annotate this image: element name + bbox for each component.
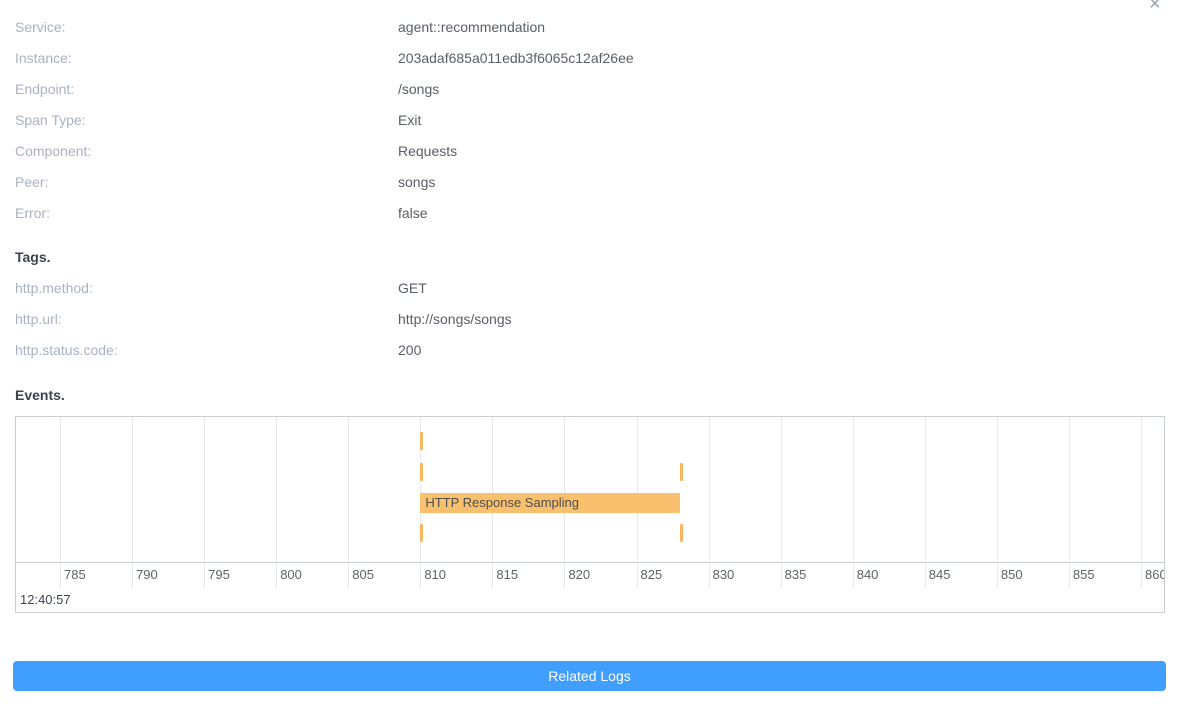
axis-tick-label: 835 <box>785 567 807 582</box>
events-section-title: Events. <box>15 380 1165 411</box>
related-logs-button[interactable]: Related Logs <box>13 661 1166 691</box>
field-value: songs <box>398 167 435 198</box>
gridline <box>1141 417 1142 588</box>
field-row-span-type: Span Type: Exit <box>15 105 1165 136</box>
field-row-peer: Peer: songs <box>15 167 1165 198</box>
tag-row-http-method: http.method: GET <box>15 273 1165 304</box>
axis-tick-label: 815 <box>496 567 518 582</box>
field-row-component: Component: Requests <box>15 136 1165 167</box>
field-value: 203adaf685a011edb3f6065c12af26ee <box>398 43 634 74</box>
field-label: Span Type: <box>15 105 398 136</box>
tag-value: http://songs/songs <box>398 304 512 335</box>
axis-tick-label: 855 <box>1073 567 1095 582</box>
field-row-service: Service: agent::recommendation <box>15 12 1165 43</box>
tag-label: http.url: <box>15 304 398 335</box>
span-details: Service: agent::recommendation Instance:… <box>0 0 1180 613</box>
axis-tick-label: 820 <box>568 567 590 582</box>
field-label: Component: <box>15 136 398 167</box>
gridline <box>925 417 926 588</box>
axis-tick-label: 795 <box>208 567 230 582</box>
field-label: Peer: <box>15 167 398 198</box>
gridline <box>132 417 133 588</box>
axis-tick-label: 805 <box>352 567 374 582</box>
tag-value: GET <box>398 273 427 304</box>
axis-tick-label: 785 <box>64 567 86 582</box>
time-origin-label: 12:40:57 <box>20 592 71 607</box>
event-bar[interactable]: HTTP Response Sampling <box>420 493 679 513</box>
field-value: agent::recommendation <box>398 12 545 43</box>
axis-tick-label: 850 <box>1001 567 1023 582</box>
gridline <box>781 417 782 588</box>
axis-tick-label: 790 <box>136 567 158 582</box>
gridline <box>348 417 349 588</box>
field-value: false <box>398 198 428 229</box>
field-value: Requests <box>398 136 457 167</box>
event-marker <box>420 463 423 481</box>
gridline <box>204 417 205 588</box>
axis-tick-label: 840 <box>857 567 879 582</box>
gridline <box>709 417 710 588</box>
axis-tick-label: 830 <box>713 567 735 582</box>
axis-tick-label: 825 <box>641 567 663 582</box>
tag-label: http.method: <box>15 273 398 304</box>
field-label: Instance: <box>15 43 398 74</box>
event-marker <box>420 524 423 542</box>
gridline <box>853 417 854 588</box>
gridline <box>60 417 61 588</box>
axis-separator <box>16 562 1164 563</box>
field-row-endpoint: Endpoint: /songs <box>15 74 1165 105</box>
axis-tick-label: 810 <box>424 567 446 582</box>
gridline <box>276 417 277 588</box>
tags-section-title: Tags. <box>15 242 1165 273</box>
gridline <box>1069 417 1070 588</box>
field-row-error: Error: false <box>15 198 1165 229</box>
field-row-instance: Instance: 203adaf685a011edb3f6065c12af26… <box>15 43 1165 74</box>
axis-tick-label: 800 <box>280 567 302 582</box>
field-label: Service: <box>15 12 398 43</box>
field-label: Error: <box>15 198 398 229</box>
event-marker <box>420 432 423 450</box>
field-value: Exit <box>398 105 421 136</box>
gridline <box>997 417 998 588</box>
tag-row-http-url: http.url: http://songs/songs <box>15 304 1165 335</box>
event-marker <box>680 463 683 481</box>
axis-tick-label: 845 <box>929 567 951 582</box>
event-marker <box>680 524 683 542</box>
axis-tick-label: 860 <box>1145 567 1165 582</box>
span-detail-dialog: { "dialog": { "close_glyph": "×" }, "fie… <box>0 0 1180 706</box>
field-label: Endpoint: <box>15 74 398 105</box>
tag-label: http.status.code: <box>15 335 398 366</box>
events-chart: 12:40:57 785 790 795 800 805 810 815 820 825 830 8… <box>15 416 1165 613</box>
close-icon[interactable]: × <box>1149 0 1161 14</box>
tag-value: 200 <box>398 335 421 366</box>
field-value: /songs <box>398 74 439 105</box>
tag-row-http-status-code: http.status.code: 200 <box>15 335 1165 366</box>
